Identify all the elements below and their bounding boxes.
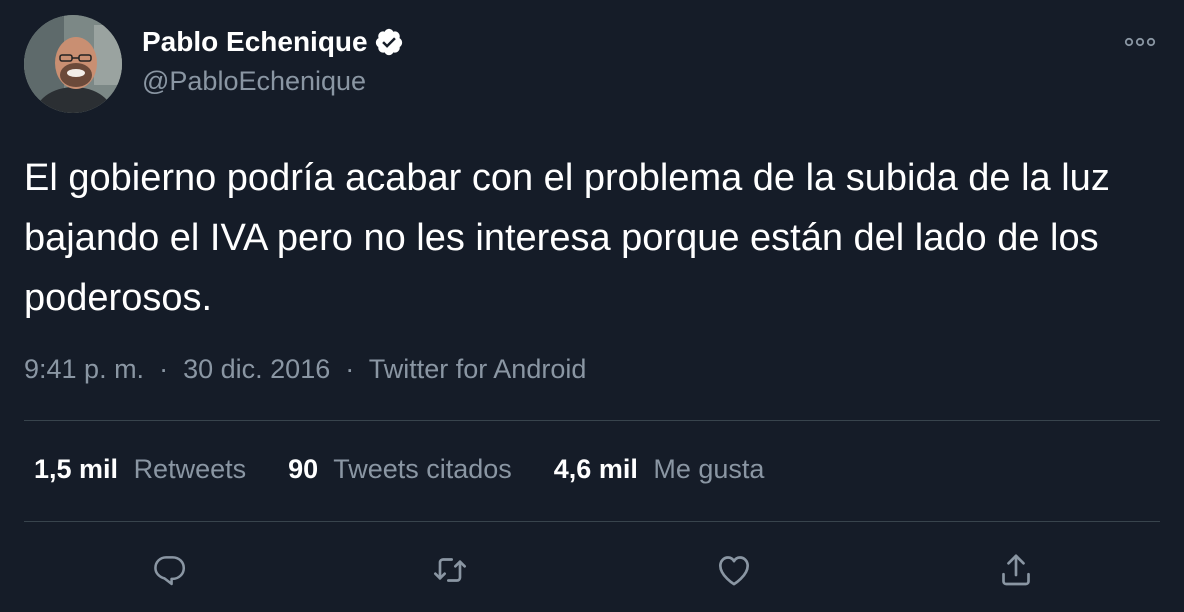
heart-icon[interactable] <box>712 548 756 592</box>
tweet-text: El gobierno podría acabar con el problem… <box>24 157 1110 319</box>
likes-count: 4,6 mil <box>553 454 638 484</box>
retweet-icon[interactable] <box>428 548 472 592</box>
retweets-label: Retweets <box>133 454 247 484</box>
likes-stat[interactable]: 4,6 mil Me gusta <box>554 454 765 485</box>
more-options-icon[interactable] <box>1120 32 1160 52</box>
tweet-time[interactable]: 9:41 p. m. <box>24 354 144 384</box>
author-handle[interactable]: @PabloEchenique <box>142 66 366 97</box>
tweet-date[interactable]: 30 dic. 2016 <box>183 354 330 384</box>
tweet-source[interactable]: Twitter for Android <box>369 354 587 384</box>
author-name-text: Pablo Echenique <box>142 26 368 57</box>
likes-label: Me gusta <box>653 454 765 484</box>
tweet-meta: 9:41 p. m. · 30 dic. 2016 · Twitter for … <box>24 354 586 385</box>
tweet-card: Pablo Echenique @PabloEchenique El gobie… <box>0 0 1184 612</box>
share-icon[interactable] <box>994 548 1038 592</box>
quote-tweets-count: 90 <box>288 454 319 484</box>
meta-separator: · <box>151 354 176 384</box>
quote-tweets-label: Tweets citados <box>333 454 512 484</box>
divider <box>24 420 1160 421</box>
retweets-stat[interactable]: 1,5 mil Retweets <box>34 454 246 485</box>
retweets-count: 1,5 mil <box>34 454 119 484</box>
reply-icon[interactable] <box>148 548 192 592</box>
avatar[interactable] <box>24 15 122 113</box>
quote-tweets-stat[interactable]: 90 Tweets citados <box>288 454 512 485</box>
engagement-stats: 1,5 mil Retweets 90 Tweets citados 4,6 m… <box>34 454 806 485</box>
meta-separator: · <box>337 354 362 384</box>
divider <box>24 521 1160 522</box>
author-name[interactable]: Pablo Echenique <box>142 26 404 58</box>
verified-badge-icon <box>374 27 404 57</box>
